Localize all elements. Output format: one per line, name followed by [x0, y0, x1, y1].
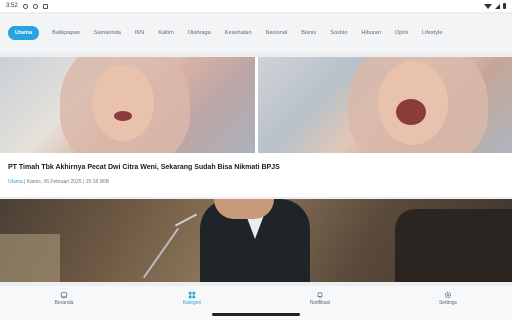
nav-beranda[interactable]: Beranda: [0, 286, 128, 310]
article-meta: Utama | Kamis, 06 Februari 2025 | 15:18 …: [8, 179, 109, 185]
signal-icon: [495, 3, 500, 9]
tab-olahraga[interactable]: Olahraga: [181, 26, 218, 40]
tab-opini[interactable]: Opini: [388, 26, 415, 40]
nav-label-beranda: Beranda: [54, 299, 74, 306]
article-date: Kamis, 06 Februari 2025 | 15:18 WIB: [26, 179, 109, 185]
article-category[interactable]: Utama: [8, 179, 23, 185]
tab-utama[interactable]: Utama: [8, 26, 40, 40]
tab-bisnis[interactable]: Bisnis: [294, 26, 323, 40]
home-icon: [60, 291, 68, 298]
status-time: 3:52: [6, 3, 18, 9]
nav-settings[interactable]: Settings: [384, 286, 512, 310]
article-photo-right: [257, 57, 512, 153]
tab-sosbio[interactable]: Sosbio: [323, 26, 354, 40]
nav-notifikasi[interactable]: Notifikasi: [256, 286, 384, 310]
nav-kategori[interactable]: Kategori: [128, 286, 256, 310]
nav-label-notifikasi: Notifikasi: [309, 299, 331, 306]
article-image-2[interactable]: [0, 199, 512, 282]
alarm-icon: [22, 3, 28, 9]
shield-icon: [42, 3, 48, 9]
status-bar: 3:52: [0, 0, 512, 12]
category-tabs: Utama Balikpapan Samarinda IKN Kaltim Ol…: [0, 14, 512, 52]
tab-hiburan[interactable]: Hiburan: [354, 26, 388, 40]
tab-nasional[interactable]: Nasional: [259, 26, 295, 40]
article-photo-left: [0, 57, 255, 153]
home-indicator[interactable]: [212, 313, 300, 316]
tab-kaltim[interactable]: Kaltim: [151, 26, 181, 40]
location-icon: [32, 3, 38, 9]
tab-lifestyle[interactable]: Lifestyle: [415, 26, 450, 40]
article-card[interactable]: PT Timah Tbk Akhirnya Pecat Dwi Citra We…: [0, 57, 512, 197]
tab-samarinda[interactable]: Samarinda: [87, 26, 128, 40]
tab-balikpapan[interactable]: Balikpapan: [45, 26, 87, 40]
article-image[interactable]: [0, 57, 512, 153]
nav-label-settings: Settings: [438, 299, 458, 306]
wifi-icon: [484, 3, 492, 9]
article-headline[interactable]: PT Timah Tbk Akhirnya Pecat Dwi Citra We…: [8, 164, 280, 171]
grid-icon: [188, 291, 196, 298]
gear-icon: [444, 291, 452, 298]
bell-icon: [317, 291, 323, 298]
battery-icon: [503, 3, 506, 9]
nav-label-kategori: Kategori: [182, 299, 202, 306]
tab-ikn[interactable]: IKN: [128, 26, 151, 40]
app-screen: 3:52 Utama Balikpapan Samarinda IKN Kalt…: [0, 0, 512, 320]
bottom-navigation: Beranda Kategori Notifikasi Settings: [0, 286, 512, 310]
tab-kesehatan[interactable]: Kesehatan: [218, 26, 259, 40]
